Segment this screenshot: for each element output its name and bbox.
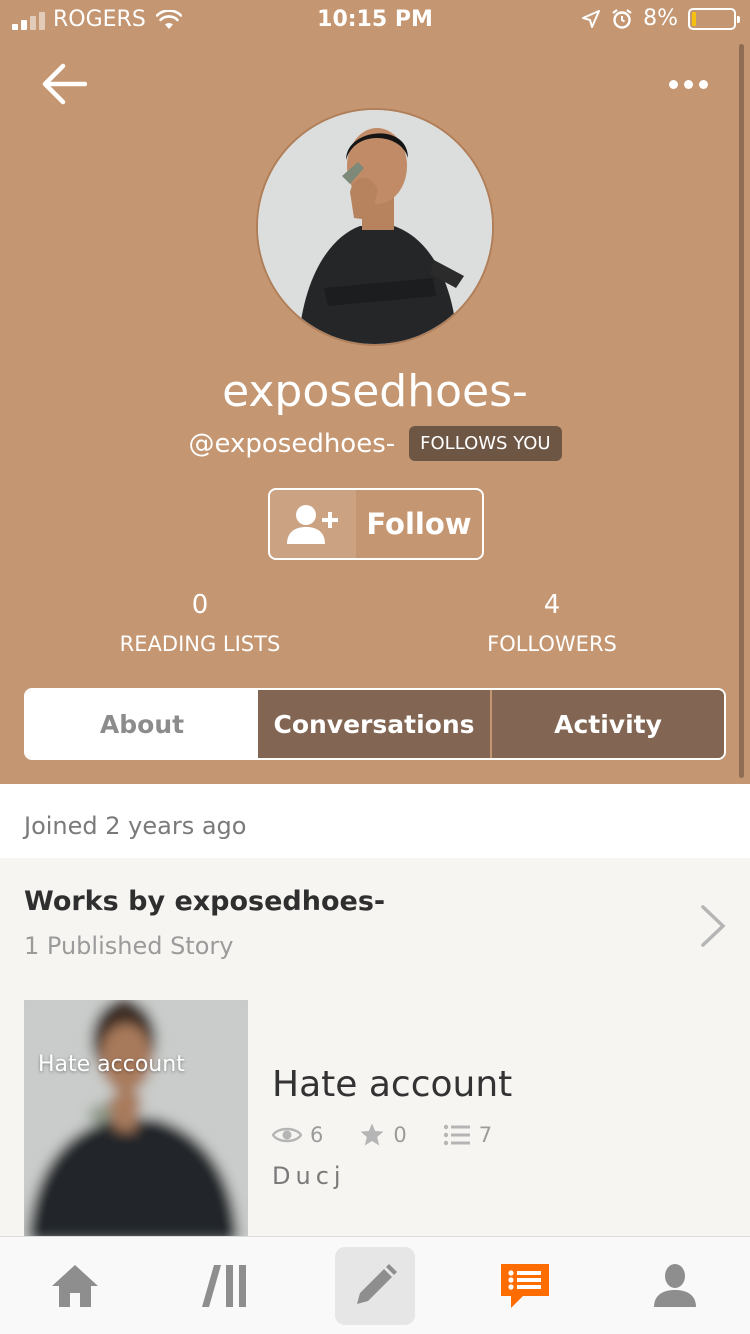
follow-button[interactable]: Follow bbox=[268, 488, 484, 560]
tab-conversations[interactable]: Conversations bbox=[258, 690, 490, 758]
follows-you-badge: FOLLOWS YOU bbox=[409, 426, 562, 461]
reads-count: 6 bbox=[310, 1123, 324, 1147]
story-description: Ducj bbox=[272, 1162, 346, 1190]
more-dots-icon bbox=[668, 79, 678, 89]
tab-about[interactable]: About bbox=[26, 690, 258, 758]
followers-count: 4 bbox=[543, 590, 561, 620]
followers-stat[interactable]: 4 FOLLOWERS bbox=[402, 590, 702, 656]
cover-image bbox=[24, 1000, 248, 1240]
story-stats: 6 0 7 bbox=[272, 1122, 528, 1148]
status-right: 8% bbox=[581, 6, 740, 31]
votes-count: 0 bbox=[393, 1123, 407, 1147]
follow-label: Follow bbox=[366, 507, 472, 541]
nav-messages[interactable] bbox=[450, 1237, 600, 1334]
works-title[interactable]: Works by exposedhoes- bbox=[24, 886, 385, 917]
back-button[interactable] bbox=[38, 60, 90, 108]
add-user-icon bbox=[270, 490, 356, 558]
battery-icon bbox=[688, 7, 740, 30]
pencil-icon bbox=[357, 1263, 397, 1304]
messages-icon bbox=[501, 1263, 549, 1308]
nav-home[interactable] bbox=[0, 1237, 150, 1334]
nav-write[interactable] bbox=[300, 1237, 450, 1334]
display-name: exposedhoes- bbox=[222, 366, 528, 417]
bottom-nav bbox=[0, 1236, 750, 1334]
reading-lists-count: 0 bbox=[191, 590, 209, 620]
status-bar: ROGERS 10:15 PM 8% bbox=[0, 0, 750, 40]
story-cover[interactable]: Hate account bbox=[24, 1000, 248, 1240]
tab-activity[interactable]: Activity bbox=[490, 690, 724, 758]
works-chevron-button[interactable] bbox=[696, 902, 730, 950]
parts-stat: 7 bbox=[443, 1123, 492, 1147]
list-icon bbox=[443, 1124, 470, 1146]
library-icon bbox=[202, 1264, 246, 1307]
story-title[interactable]: Hate account bbox=[272, 1064, 512, 1105]
star-icon bbox=[360, 1123, 384, 1146]
profile-tabs: About Conversations Activity bbox=[24, 688, 726, 760]
eye-icon bbox=[272, 1127, 302, 1143]
handle-row: @exposedhoes- FOLLOWS YOU bbox=[0, 426, 750, 461]
works-section: Works by exposedhoes- 1 Published Story … bbox=[0, 858, 750, 1240]
avatar bbox=[256, 108, 494, 346]
reads-stat: 6 bbox=[272, 1123, 323, 1147]
scrollbar[interactable] bbox=[739, 44, 744, 778]
home-icon bbox=[52, 1264, 98, 1307]
write-button-pad bbox=[335, 1246, 415, 1325]
reading-lists-stat[interactable]: 0 READING LISTS bbox=[50, 590, 350, 656]
arrow-left-icon bbox=[42, 63, 87, 105]
more-options-button[interactable] bbox=[662, 70, 714, 98]
nav-profile[interactable] bbox=[600, 1237, 750, 1334]
profile-icon bbox=[654, 1263, 696, 1307]
battery-percent: 8% bbox=[643, 6, 678, 31]
avatar-photo bbox=[258, 110, 492, 344]
profile-header: ROGERS 10:15 PM 8% exposedhoes- @exposed… bbox=[0, 0, 750, 784]
reading-lists-label: READING LISTS bbox=[119, 632, 281, 656]
followers-label: FOLLOWERS bbox=[487, 632, 617, 656]
username-handle: @exposedhoes- bbox=[188, 428, 396, 459]
location-icon bbox=[582, 9, 601, 28]
cover-title: Hate account bbox=[38, 1052, 185, 1077]
parts-count: 7 bbox=[478, 1123, 493, 1147]
joined-date: Joined 2 years ago bbox=[0, 784, 750, 858]
nav-library[interactable] bbox=[150, 1237, 300, 1334]
chevron-right-icon bbox=[701, 905, 726, 947]
votes-stat: 0 bbox=[359, 1122, 407, 1148]
alarm-icon bbox=[612, 8, 632, 29]
works-subtitle: 1 Published Story bbox=[24, 932, 234, 960]
